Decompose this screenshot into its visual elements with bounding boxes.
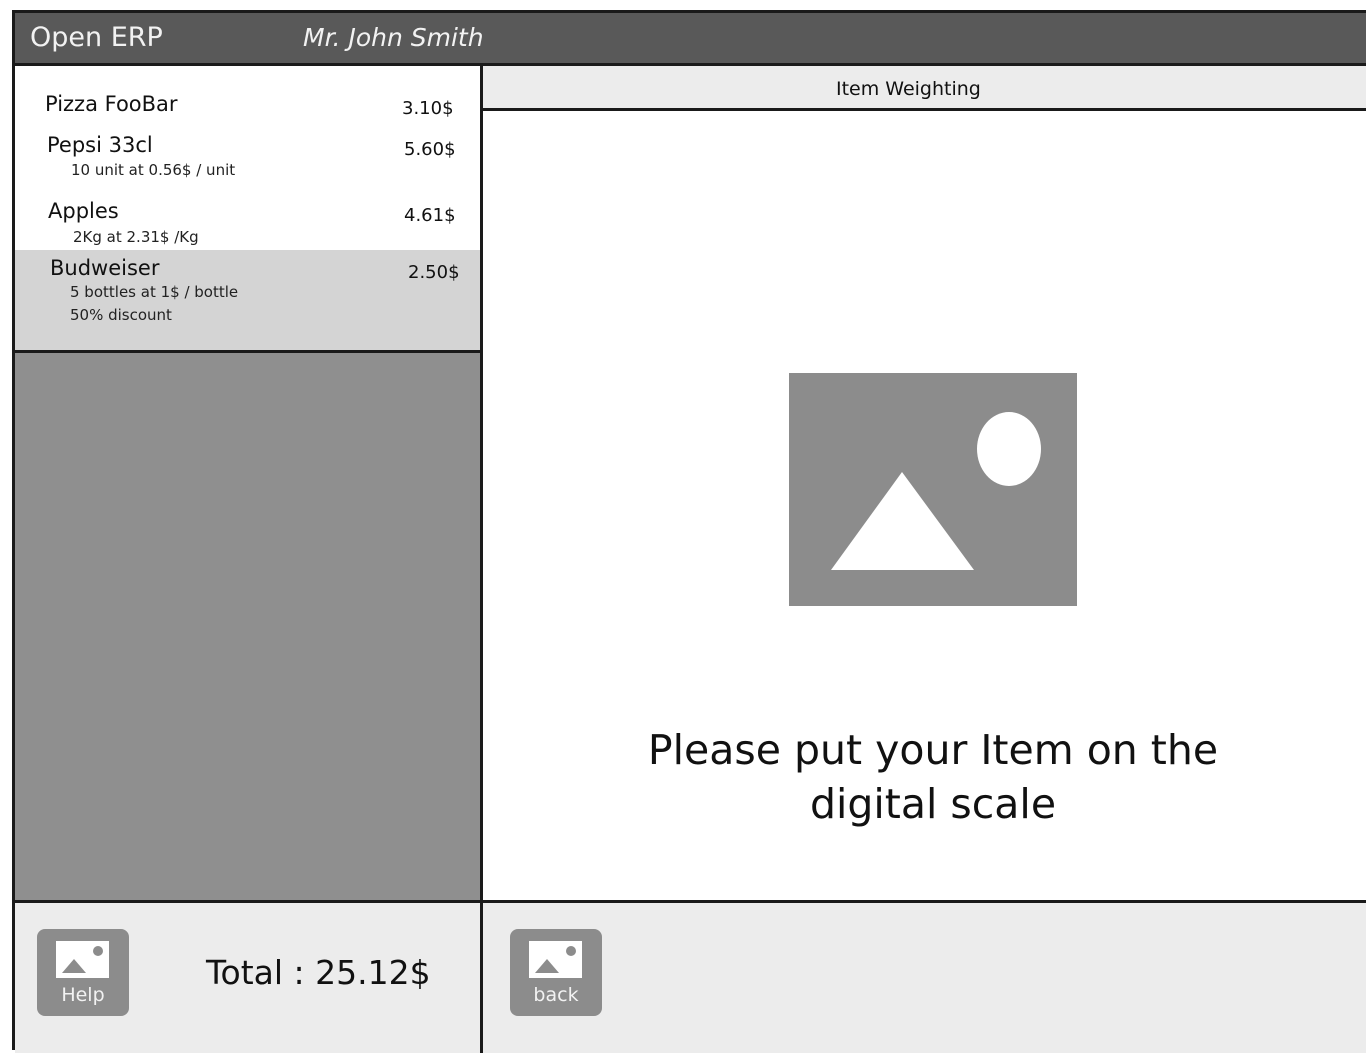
panel-header: Item Weighting: [483, 66, 1366, 111]
item-price: 5.60$: [404, 139, 456, 160]
help-button[interactable]: Help: [37, 929, 129, 1016]
footer-right: back: [483, 900, 1366, 1053]
item-name: Apples: [48, 199, 119, 223]
back-label: back: [533, 984, 579, 1006]
instruction-line-1: Please put your Item on the: [647, 726, 1219, 774]
help-label: Help: [61, 984, 105, 1006]
item-name: Pepsi 33cl: [47, 133, 153, 157]
order-item-budweiser[interactable]: Budweiser 2.50$ 5 bottles at 1$ / bottle…: [15, 250, 480, 350]
app-window: Open ERP Mr. John Smith Pizza FooBar 3.1…: [12, 10, 1366, 1053]
user-name: Mr. John Smith: [303, 23, 484, 52]
item-price: 4.61$: [404, 205, 456, 226]
title-bar: Open ERP Mr. John Smith: [15, 13, 1366, 66]
empty-order-area: [15, 353, 483, 900]
item-price: 2.50$: [408, 262, 460, 283]
image-icon: [529, 941, 582, 978]
image-placeholder-graphic: [831, 412, 1041, 570]
instruction-line-2: digital scale: [809, 780, 1057, 828]
order-total: Total : 25.12$: [206, 953, 431, 992]
app-title: Open ERP: [30, 22, 163, 53]
image-placeholder-icon: [789, 373, 1077, 606]
item-detail-discount: 50% discount: [70, 306, 172, 324]
image-icon: [56, 941, 109, 978]
item-detail: 5 bottles at 1$ / bottle: [70, 283, 239, 301]
item-name: Budweiser: [50, 256, 160, 280]
panel-title: Item Weighting: [836, 78, 981, 100]
weighting-panel: Please put your Item on the digital scal…: [483, 111, 1366, 900]
weighting-instruction: Please put your Item on the digital scal…: [613, 723, 1253, 831]
order-item-pepsi[interactable]: Pepsi 33cl 5.60$ 10 unit at 0.56$ / unit: [15, 124, 480, 186]
back-button[interactable]: back: [510, 929, 602, 1016]
item-price: 3.10$: [402, 98, 454, 119]
item-detail: 2Kg at 2.31$ /Kg: [73, 228, 199, 246]
footer-left: Help Total : 25.12$: [15, 900, 483, 1053]
order-list: Pizza FooBar 3.10$ Pepsi 33cl 5.60$ 10 u…: [15, 66, 483, 353]
item-detail: 10 unit at 0.56$ / unit: [71, 161, 236, 179]
item-name: Pizza FooBar: [45, 92, 178, 116]
order-item-pizza[interactable]: Pizza FooBar 3.10$: [15, 66, 480, 124]
order-item-apples[interactable]: Apples 4.61$ 2Kg at 2.31$ /Kg: [15, 186, 480, 250]
